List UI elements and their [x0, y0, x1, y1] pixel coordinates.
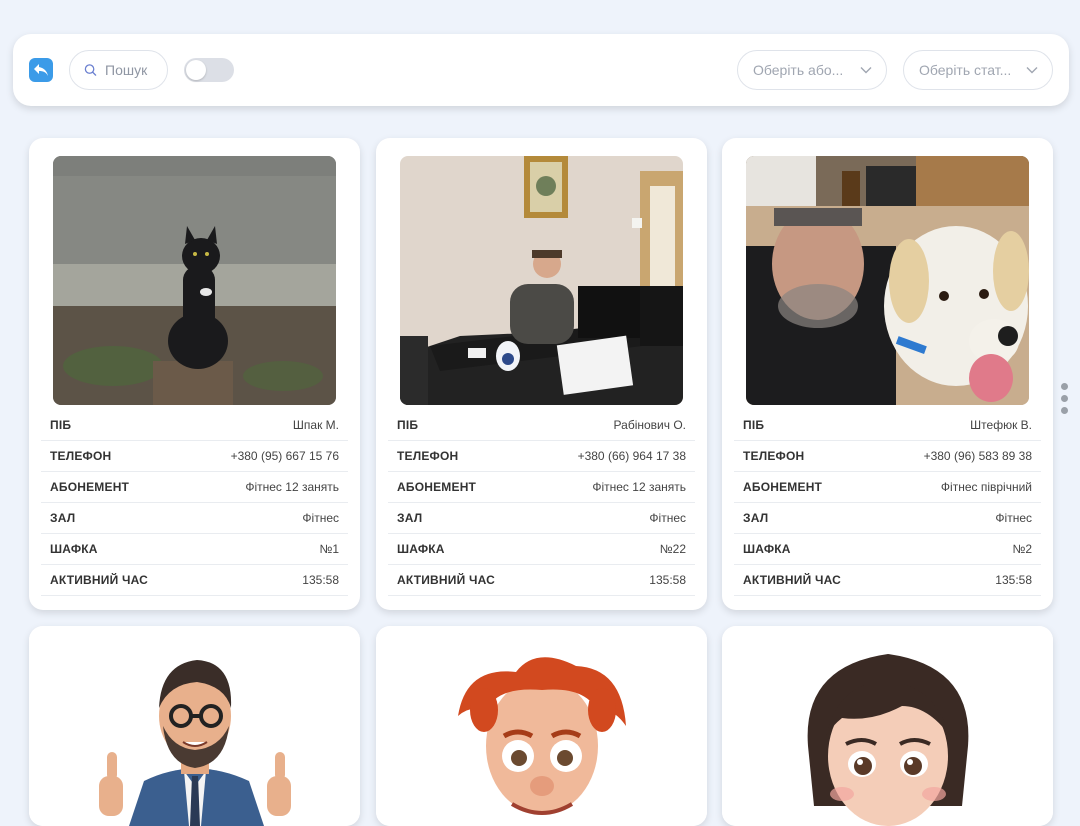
client-card[interactable]	[376, 626, 707, 826]
info-row-subscription: АБОНЕМЕНТ Фітнес 12 занять	[388, 472, 695, 503]
value: 135:58	[649, 573, 686, 587]
dot-icon	[1061, 383, 1068, 390]
info-row-hall: ЗАЛ Фітнес	[41, 503, 348, 534]
label: АКТИВНИЙ ЧАС	[743, 573, 842, 587]
subscription-select-value: Оберіть або...	[753, 62, 844, 78]
client-photo	[746, 156, 1029, 405]
value: Шпак М.	[292, 418, 339, 432]
label: ТЕЛЕФОН	[743, 449, 805, 463]
info-row-active-time: АКТИВНИЙ ЧАС 135:58	[41, 565, 348, 596]
client-avatar	[722, 626, 1053, 826]
value: Фітнес	[302, 511, 339, 525]
client-info: ПІБ Шпак М. ТЕЛЕФОН +380 (95) 667 15 76 АБ…	[41, 410, 348, 596]
value: №1	[319, 542, 339, 556]
client-card[interactable]	[29, 626, 360, 826]
info-row-hall: ЗАЛ Фітнес	[734, 503, 1041, 534]
info-row-locker: ШАФКА №2	[734, 534, 1041, 565]
search-box[interactable]	[69, 50, 168, 90]
chevron-down-icon	[860, 67, 872, 74]
search-icon	[84, 64, 97, 76]
info-row-phone: ТЕЛЕФОН +380 (66) 964 17 38	[388, 441, 695, 472]
value: Штефюк В.	[970, 418, 1032, 432]
search-input[interactable]	[105, 62, 167, 78]
client-info: ПІБ Рабінович О. ТЕЛЕФОН +380 (66) 964 17 …	[388, 410, 695, 596]
value: Рабінович О.	[613, 418, 686, 432]
info-row-subscription: АБОНЕМЕНТ Фітнес піврічний	[734, 472, 1041, 503]
label: АБОНЕМЕНТ	[50, 480, 130, 494]
label: ЗАЛ	[397, 511, 423, 525]
value: +380 (66) 964 17 38	[577, 449, 686, 463]
filter-toggle[interactable]	[184, 58, 234, 82]
label: АКТИВНИЙ ЧАС	[397, 573, 496, 587]
info-row-hall: ЗАЛ Фітнес	[388, 503, 695, 534]
value: 135:58	[302, 573, 339, 587]
label: ЗАЛ	[50, 511, 76, 525]
info-row-phone: ТЕЛЕФОН +380 (96) 583 89 38	[734, 441, 1041, 472]
label: ЗАЛ	[743, 511, 769, 525]
info-row-name: ПІБ Рабінович О.	[388, 410, 695, 441]
label: ПІБ	[743, 418, 765, 432]
info-row-name: ПІБ Штефюк В.	[734, 410, 1041, 441]
value: Фітнес 12 занять	[592, 480, 686, 494]
reply-arrow-icon	[34, 64, 48, 76]
value: Фітнес 12 занять	[245, 480, 339, 494]
info-row-locker: ШАФКА №1	[41, 534, 348, 565]
label: ШАФКА	[50, 542, 98, 556]
label: ПІБ	[397, 418, 419, 432]
client-avatar	[376, 626, 707, 826]
dot-icon	[1061, 407, 1068, 414]
info-row-name: ПІБ Шпак М.	[41, 410, 348, 441]
client-card[interactable]: ПІБ Штефюк В. ТЕЛЕФОН +380 (96) 583 89 38 …	[722, 138, 1053, 610]
value: Фітнес	[995, 511, 1032, 525]
label: АБОНЕМЕНТ	[743, 480, 823, 494]
info-row-subscription: АБОНЕМЕНТ Фітнес 12 занять	[41, 472, 348, 503]
value: +380 (95) 667 15 76	[230, 449, 339, 463]
client-avatar	[29, 626, 360, 826]
client-card[interactable]: ПІБ Рабінович О. ТЕЛЕФОН +380 (66) 964 17 …	[376, 138, 707, 610]
value: Фітнес	[649, 511, 686, 525]
info-row-phone: ТЕЛЕФОН +380 (95) 667 15 76	[41, 441, 348, 472]
value: Фітнес піврічний	[940, 480, 1032, 494]
toggle-knob	[186, 60, 206, 80]
more-options-button[interactable]	[1061, 383, 1069, 417]
back-button[interactable]	[29, 58, 53, 82]
label: ТЕЛЕФОН	[50, 449, 112, 463]
info-row-locker: ШАФКА №22	[388, 534, 695, 565]
label: ШАФКА	[397, 542, 445, 556]
client-card[interactable]: ПІБ Шпак М. ТЕЛЕФОН +380 (95) 667 15 76 АБ…	[29, 138, 360, 610]
value: №2	[1012, 542, 1032, 556]
client-info: ПІБ Штефюк В. ТЕЛЕФОН +380 (96) 583 89 38 …	[734, 410, 1041, 596]
status-select-value: Оберіть стат...	[919, 62, 1012, 78]
status-select[interactable]: Оберіть стат...	[903, 50, 1053, 90]
info-row-active-time: АКТИВНИЙ ЧАС 135:58	[388, 565, 695, 596]
label: ПІБ	[50, 418, 72, 432]
value: 135:58	[995, 573, 1032, 587]
toolbar: Оберіть або... Оберіть стат...	[13, 34, 1069, 106]
subscription-select[interactable]: Оберіть або...	[737, 50, 887, 90]
label: АБОНЕМЕНТ	[397, 480, 477, 494]
label: ШАФКА	[743, 542, 791, 556]
client-card[interactable]	[722, 626, 1053, 826]
chevron-down-icon	[1026, 67, 1038, 74]
value: №22	[659, 542, 686, 556]
label: ТЕЛЕФОН	[397, 449, 459, 463]
client-photo	[400, 156, 683, 405]
client-photo	[53, 156, 336, 405]
value: +380 (96) 583 89 38	[923, 449, 1032, 463]
label: АКТИВНИЙ ЧАС	[50, 573, 149, 587]
info-row-active-time: АКТИВНИЙ ЧАС 135:58	[734, 565, 1041, 596]
dot-icon	[1061, 395, 1068, 402]
